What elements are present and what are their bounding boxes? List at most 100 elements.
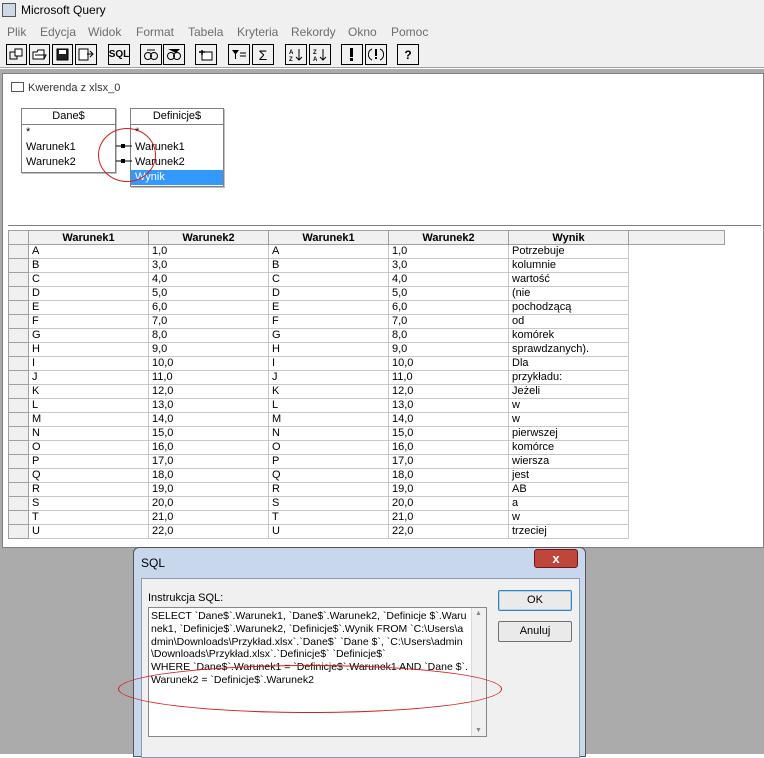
add-tables-icon[interactable] bbox=[195, 44, 217, 65]
grid-cell[interactable]: P bbox=[28, 454, 149, 469]
grid-corner[interactable] bbox=[8, 230, 29, 245]
query-now-icon[interactable] bbox=[341, 44, 363, 65]
grid-cell[interactable]: 14,0 bbox=[148, 412, 269, 427]
grid-cell[interactable]: U bbox=[268, 524, 389, 539]
table-dane-field[interactable]: * bbox=[22, 125, 115, 140]
grid-cell[interactable]: 11,0 bbox=[148, 370, 269, 385]
row-selector[interactable] bbox=[8, 412, 29, 427]
grid-cell[interactable]: w bbox=[508, 412, 629, 427]
grid-cell[interactable]: (nie bbox=[508, 286, 629, 301]
grid-cell[interactable]: I bbox=[268, 356, 389, 371]
grid-cell[interactable]: a bbox=[508, 496, 629, 511]
grid-cell[interactable]: J bbox=[28, 370, 149, 385]
grid-cell[interactable]: 20,0 bbox=[148, 496, 269, 511]
grid-cell[interactable]: pierwszej bbox=[508, 426, 629, 441]
scroll-down-icon[interactable]: ▼ bbox=[475, 727, 482, 734]
grid-cell[interactable]: Q bbox=[28, 468, 149, 483]
menu-kryteria[interactable]: Kryteria bbox=[237, 25, 278, 39]
grid-cell[interactable]: G bbox=[28, 328, 149, 343]
cancel-button[interactable]: Anuluj bbox=[498, 621, 572, 642]
grid-cell[interactable]: P bbox=[268, 454, 389, 469]
scroll-up-icon[interactable]: ▲ bbox=[475, 610, 482, 617]
row-selector[interactable] bbox=[8, 356, 29, 371]
grid-cell[interactable]: komórce bbox=[508, 440, 629, 455]
grid-cell[interactable]: 12,0 bbox=[148, 384, 269, 399]
auto-query-icon[interactable] bbox=[365, 44, 387, 65]
grid-cell[interactable]: 17,0 bbox=[148, 454, 269, 469]
grid-cell[interactable]: N bbox=[268, 426, 389, 441]
grid-cell[interactable]: H bbox=[28, 342, 149, 357]
totals-icon[interactable]: Σ bbox=[252, 44, 274, 65]
grid-cell[interactable]: 22,0 bbox=[388, 524, 509, 539]
grid-cell[interactable]: H bbox=[268, 342, 389, 357]
grid-cell[interactable]: 7,0 bbox=[148, 314, 269, 329]
grid-cell[interactable]: Q bbox=[268, 468, 389, 483]
grid-cell[interactable]: 11,0 bbox=[388, 370, 509, 385]
grid-cell[interactable]: wiersza bbox=[508, 454, 629, 469]
grid-cell[interactable]: A bbox=[28, 244, 149, 259]
row-selector[interactable] bbox=[8, 342, 29, 357]
grid-cell[interactable]: 8,0 bbox=[148, 328, 269, 343]
grid-cell[interactable]: 21,0 bbox=[148, 510, 269, 525]
grid-cell[interactable]: 13,0 bbox=[388, 398, 509, 413]
grid-cell[interactable]: 16,0 bbox=[388, 440, 509, 455]
grid-cell[interactable]: K bbox=[268, 384, 389, 399]
column-header[interactable]: Wynik bbox=[508, 230, 629, 245]
save-icon[interactable] bbox=[52, 44, 73, 65]
grid-cell[interactable]: przykładu: bbox=[508, 370, 629, 385]
grid-cell[interactable]: 18,0 bbox=[388, 468, 509, 483]
grid-cell[interactable]: 10,0 bbox=[148, 356, 269, 371]
grid-cell[interactable]: M bbox=[28, 412, 149, 427]
menu-edycja[interactable]: Edycja bbox=[40, 25, 76, 39]
row-selector[interactable] bbox=[8, 314, 29, 329]
menu-plik[interactable]: Plik bbox=[7, 25, 26, 39]
grid-cell[interactable]: w bbox=[508, 510, 629, 525]
column-header[interactable]: Warunek1 bbox=[28, 230, 149, 245]
grid-cell[interactable]: 4,0 bbox=[148, 272, 269, 287]
grid-cell[interactable]: 9,0 bbox=[148, 342, 269, 357]
grid-cell[interactable]: 5,0 bbox=[148, 286, 269, 301]
column-header[interactable]: Warunek2 bbox=[148, 230, 269, 245]
grid-cell[interactable]: 5,0 bbox=[388, 286, 509, 301]
grid-cell[interactable]: kolumnie bbox=[508, 258, 629, 273]
grid-cell[interactable]: Jeżeli bbox=[508, 384, 629, 399]
open-query-icon[interactable] bbox=[29, 44, 50, 65]
row-selector[interactable] bbox=[8, 244, 29, 259]
menu-format[interactable]: Format bbox=[136, 25, 174, 39]
grid-cell[interactable]: 7,0 bbox=[388, 314, 509, 329]
grid-cell[interactable]: 1,0 bbox=[388, 244, 509, 259]
grid-cell[interactable]: L bbox=[268, 398, 389, 413]
row-selector[interactable] bbox=[8, 426, 29, 441]
grid-cell[interactable]: D bbox=[28, 286, 149, 301]
grid-cell[interactable]: 18,0 bbox=[148, 468, 269, 483]
grid-cell[interactable]: AB bbox=[508, 482, 629, 497]
row-selector[interactable] bbox=[8, 440, 29, 455]
grid-cell[interactable]: G bbox=[268, 328, 389, 343]
show-criteria-icon[interactable] bbox=[163, 44, 185, 65]
criteria-equals-icon[interactable] bbox=[228, 44, 250, 65]
row-selector[interactable] bbox=[8, 300, 29, 315]
grid-cell[interactable]: od bbox=[508, 314, 629, 329]
grid-cell[interactable]: M bbox=[268, 412, 389, 427]
row-selector[interactable] bbox=[8, 398, 29, 413]
grid-cell[interactable]: T bbox=[268, 510, 389, 525]
grid-cell[interactable]: wartość bbox=[508, 272, 629, 287]
grid-cell[interactable]: 15,0 bbox=[388, 426, 509, 441]
sort-descending-icon[interactable]: ZA bbox=[309, 44, 331, 65]
row-selector[interactable] bbox=[8, 496, 29, 511]
grid-cell[interactable]: pochodzącą bbox=[508, 300, 629, 315]
grid-cell[interactable]: 9,0 bbox=[388, 342, 509, 357]
row-selector[interactable] bbox=[8, 258, 29, 273]
grid-cell[interactable]: 17,0 bbox=[388, 454, 509, 469]
column-header[interactable]: Warunek1 bbox=[268, 230, 389, 245]
grid-cell[interactable]: 15,0 bbox=[148, 426, 269, 441]
empty-column-header[interactable] bbox=[628, 230, 725, 245]
grid-cell[interactable]: jest bbox=[508, 468, 629, 483]
grid-cell[interactable]: 3,0 bbox=[148, 258, 269, 273]
grid-cell[interactable]: 3,0 bbox=[388, 258, 509, 273]
grid-cell[interactable]: 1,0 bbox=[148, 244, 269, 259]
grid-cell[interactable]: 8,0 bbox=[388, 328, 509, 343]
grid-cell[interactable]: U bbox=[28, 524, 149, 539]
grid-cell[interactable]: 4,0 bbox=[388, 272, 509, 287]
ok-button[interactable]: OK bbox=[498, 590, 572, 611]
